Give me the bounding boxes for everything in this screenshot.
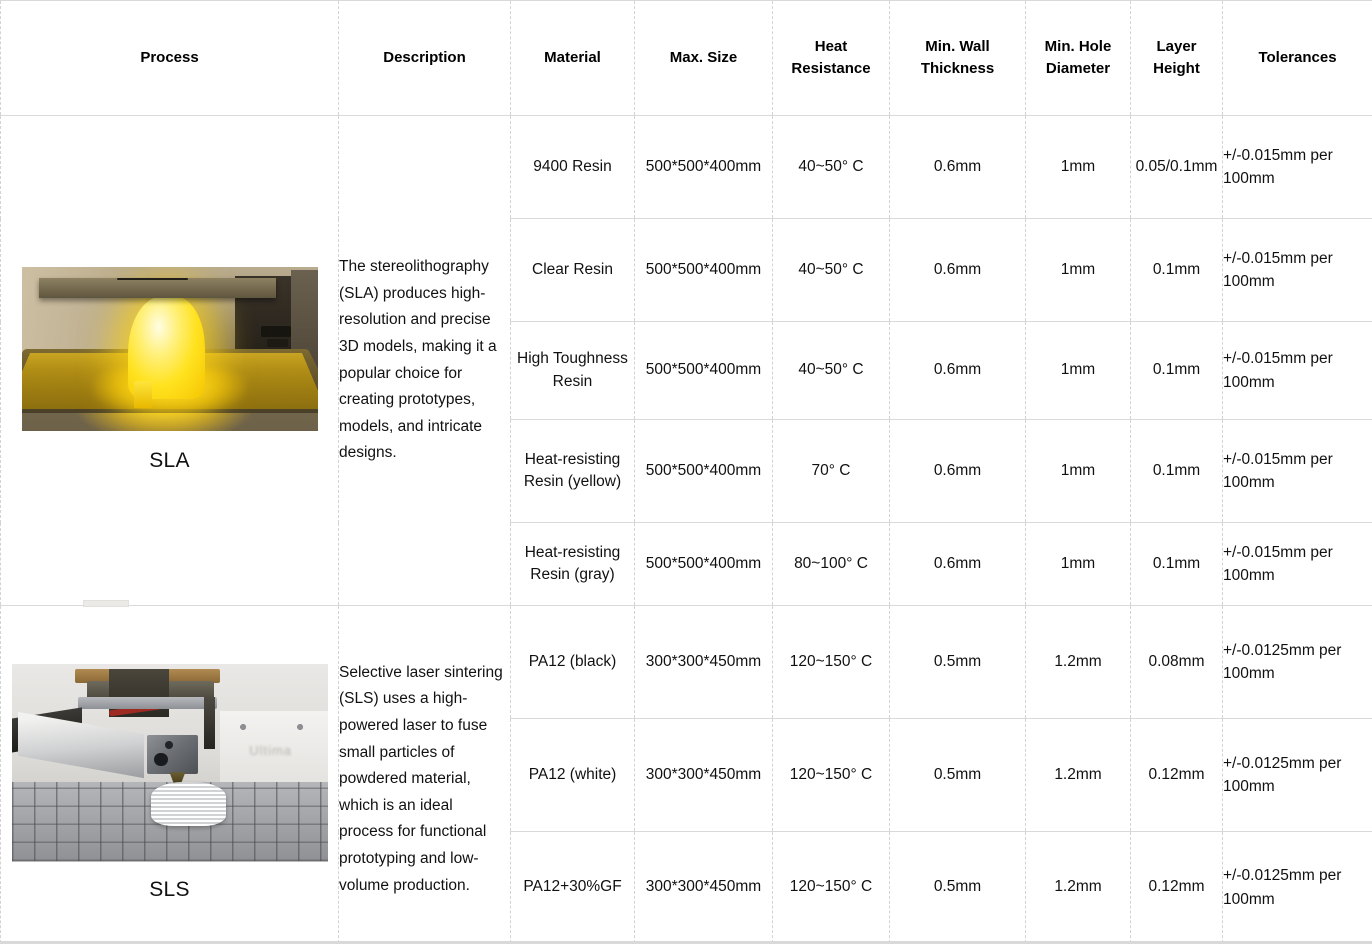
cell-heat-resistance: 40~50° C xyxy=(772,218,890,322)
cell-tolerances: +/-0.015mm per 100mm xyxy=(1222,522,1372,606)
description-cell-sla: The stereolithography (SLA) produces hig… xyxy=(338,115,511,606)
cell-material: 9400 Resin xyxy=(510,115,635,219)
cell-heat-resistance: 80~100° C xyxy=(772,522,890,606)
header-label-line2: Thickness xyxy=(920,60,995,77)
cell-material: PA12+30%GF xyxy=(510,831,635,944)
cell-heat-resistance: 120~150° C xyxy=(772,831,890,944)
cell-min-hole-diameter: 1.2mm xyxy=(1025,831,1131,944)
cell-max-size: 300*300*450mm xyxy=(634,605,773,719)
table-header: Process Description Material Max. Size H… xyxy=(0,0,1372,116)
cell-tolerances: +/-0.015mm per 100mm xyxy=(1222,115,1372,219)
cell-material: Clear Resin xyxy=(510,218,635,322)
cell-material: Heat-resisting Resin (gray) xyxy=(510,522,635,606)
process-cell-sls: Ultima SLS xyxy=(0,605,339,944)
column-header-tolerances: Tolerances xyxy=(1222,0,1372,116)
cell-layer-height: 0.1mm xyxy=(1130,218,1223,322)
cell-layer-height: 0.05/0.1mm xyxy=(1130,115,1223,219)
column-header-heat-resistance: Heat Resistance xyxy=(772,0,890,116)
cell-heat-resistance: 70° C xyxy=(772,419,890,523)
cell-min-wall-thickness: 0.6mm xyxy=(889,321,1026,420)
cell-min-hole-diameter: 1mm xyxy=(1025,115,1131,219)
cell-material: PA12 (black) xyxy=(510,605,635,719)
cell-layer-height: 0.1mm xyxy=(1130,522,1223,606)
table-body: SLA The stereolithography (SLA) produces… xyxy=(0,115,1372,944)
column-header-min-hole-diameter: Min. Hole Diameter xyxy=(1025,0,1131,116)
cell-max-size: 500*500*400mm xyxy=(634,419,773,523)
cell-max-size: 500*500*400mm xyxy=(634,321,773,420)
cell-material: High Toughness Resin xyxy=(510,321,635,420)
spec-table-page: Process Description Material Max. Size H… xyxy=(0,0,1372,944)
cell-max-size: 500*500*400mm xyxy=(634,218,773,322)
table-row: Ultima SLS Selective laser sintering (SL… xyxy=(0,605,1372,944)
column-header-layer-height: Layer Height xyxy=(1130,0,1223,116)
cell-heat-resistance: 120~150° C xyxy=(772,718,890,832)
column-header-material: Material xyxy=(510,0,635,116)
cell-material: PA12 (white) xyxy=(510,718,635,832)
header-label-line1: Heat xyxy=(814,37,848,55)
cell-layer-height: 0.1mm xyxy=(1130,321,1223,420)
header-label-line2: Height xyxy=(1153,60,1200,77)
cell-max-size: 300*300*450mm xyxy=(634,831,773,944)
cell-layer-height: 0.1mm xyxy=(1130,419,1223,523)
cell-tolerances: +/-0.0125mm per 100mm xyxy=(1222,831,1372,944)
cell-min-hole-diameter: 1mm xyxy=(1025,321,1131,420)
cell-min-wall-thickness: 0.6mm xyxy=(889,522,1026,606)
cell-max-size: 300*300*450mm xyxy=(634,718,773,832)
cell-min-hole-diameter: 1mm xyxy=(1025,218,1131,322)
column-header-min-wall-thickness: Min. Wall Thickness xyxy=(889,0,1026,116)
header-label-line1: Max. Size xyxy=(669,48,738,66)
header-label-line1: Min. Wall xyxy=(925,37,990,55)
cell-max-size: 500*500*400mm xyxy=(634,522,773,606)
cell-min-wall-thickness: 0.5mm xyxy=(889,718,1026,832)
cell-min-wall-thickness: 0.6mm xyxy=(889,218,1026,322)
cell-min-wall-thickness: 0.5mm xyxy=(889,605,1026,719)
header-label-line1: Description xyxy=(383,48,466,66)
cell-min-wall-thickness: 0.6mm xyxy=(889,419,1026,523)
cell-min-hole-diameter: 1.2mm xyxy=(1025,605,1131,719)
table-row: SLA The stereolithography (SLA) produces… xyxy=(0,115,1372,606)
cell-min-hole-diameter: 1.2mm xyxy=(1025,718,1131,832)
process-cell-sla: SLA xyxy=(0,115,339,606)
cell-heat-resistance: 120~150° C xyxy=(772,605,890,719)
cell-heat-resistance: 40~50° C xyxy=(772,321,890,420)
header-label-line1: Layer xyxy=(1156,37,1197,55)
cell-tolerances: +/-0.015mm per 100mm xyxy=(1222,419,1372,523)
sla-resin-printer-photo xyxy=(21,266,318,431)
header-label-line1: Min. Hole xyxy=(1044,37,1112,55)
process-label-sla: SLA xyxy=(149,448,190,472)
artifact-mark xyxy=(83,600,129,607)
description-cell-sls: Selective laser sintering (SLS) uses a h… xyxy=(338,605,511,944)
cell-max-size: 500*500*400mm xyxy=(634,115,773,219)
cell-layer-height: 0.08mm xyxy=(1130,605,1223,719)
header-label-line1: Material xyxy=(544,48,601,66)
column-header-description: Description xyxy=(338,0,511,116)
cell-min-hole-diameter: 1mm xyxy=(1025,419,1131,523)
column-header-max-size: Max. Size xyxy=(634,0,773,116)
header-label-line2: Resistance xyxy=(791,60,871,77)
header-row: Process Description Material Max. Size H… xyxy=(0,0,1372,116)
cell-tolerances: +/-0.0125mm per 100mm xyxy=(1222,718,1372,832)
column-header-process: Process xyxy=(0,0,339,116)
header-label-line1: Tolerances xyxy=(1258,48,1337,66)
process-spec-table: Process Description Material Max. Size H… xyxy=(0,0,1372,944)
cell-min-hole-diameter: 1mm xyxy=(1025,522,1131,606)
cell-layer-height: 0.12mm xyxy=(1130,831,1223,944)
sls-printer-nozzle-photo: Ultima xyxy=(11,663,328,862)
cell-heat-resistance: 40~50° C xyxy=(772,115,890,219)
header-label-line1: Process xyxy=(140,48,199,66)
cell-layer-height: 0.12mm xyxy=(1130,718,1223,832)
cell-tolerances: +/-0.015mm per 100mm xyxy=(1222,321,1372,420)
header-label-line2: Diameter xyxy=(1045,60,1111,77)
cell-min-wall-thickness: 0.5mm xyxy=(889,831,1026,944)
cell-tolerances: +/-0.015mm per 100mm xyxy=(1222,218,1372,322)
cell-min-wall-thickness: 0.6mm xyxy=(889,115,1026,219)
process-label-sls: SLS xyxy=(149,877,190,901)
cell-material: Heat-resisting Resin (yellow) xyxy=(510,419,635,523)
cell-tolerances: +/-0.0125mm per 100mm xyxy=(1222,605,1372,719)
